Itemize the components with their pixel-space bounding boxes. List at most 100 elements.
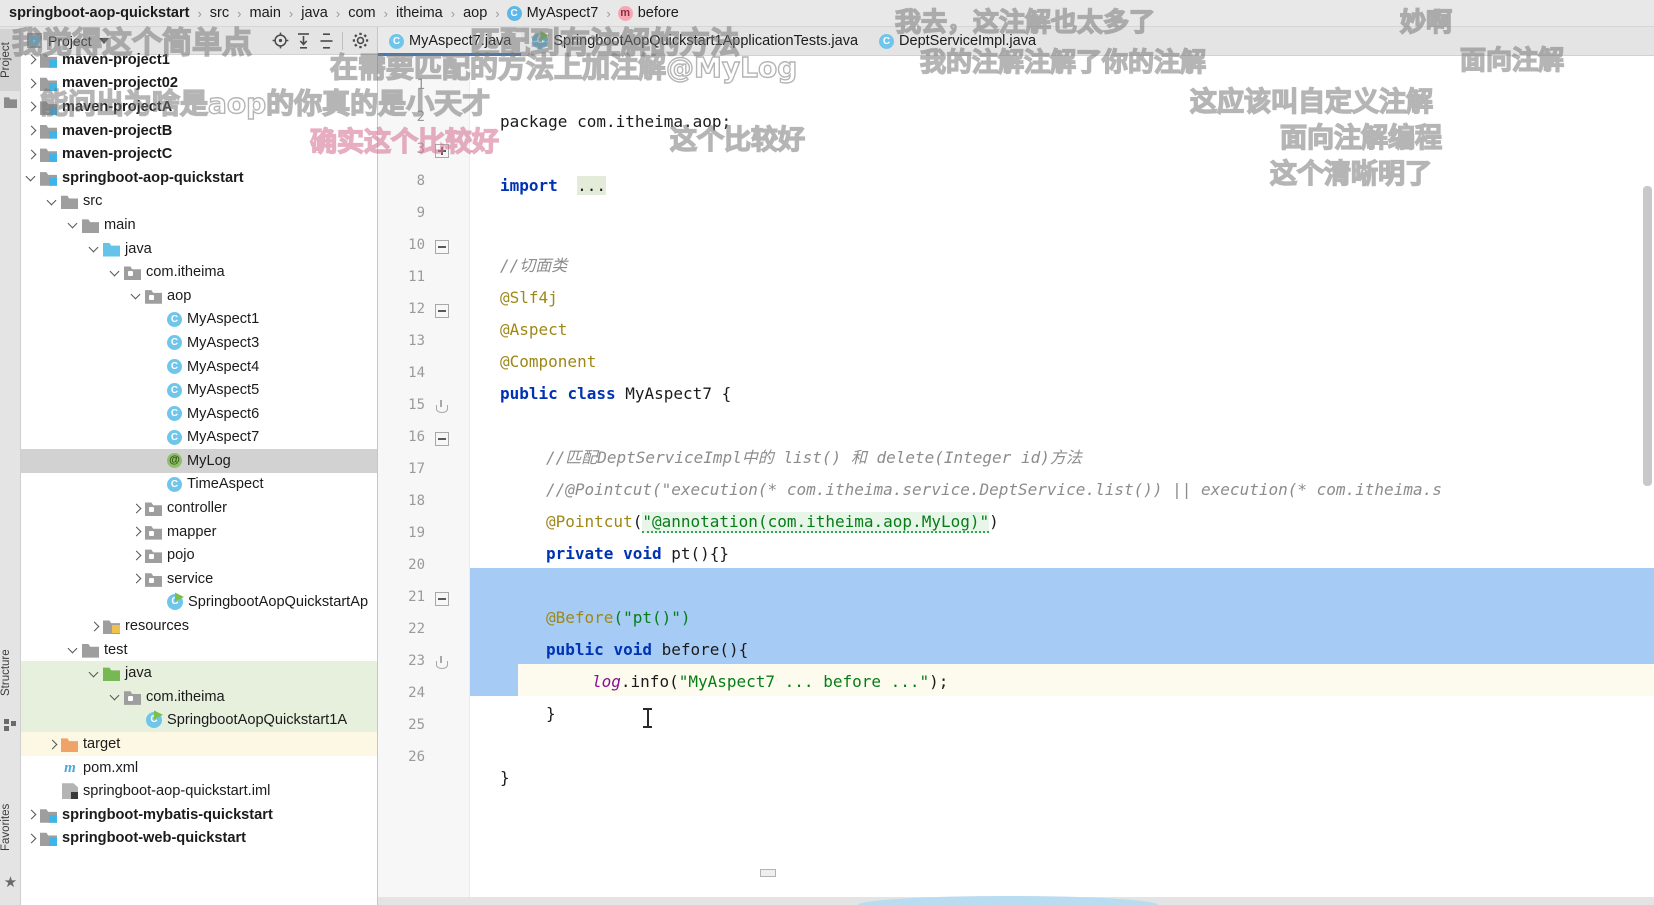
- chevron-down-icon[interactable]: [88, 667, 101, 680]
- chevron-right-icon[interactable]: [130, 502, 143, 515]
- breadcrumb-item[interactable]: itheima: [395, 5, 444, 21]
- chevron-right-icon[interactable]: [25, 148, 38, 161]
- tree-item[interactable]: maven-projectC: [21, 142, 377, 166]
- breadcrumb-item[interactable]: main: [248, 5, 281, 21]
- tree-item[interactable]: MyAspect6: [21, 402, 377, 426]
- chevron-right-icon[interactable]: [25, 77, 38, 90]
- editor-tab[interactable]: DeptServiceImpl.java: [868, 27, 1046, 55]
- chevron-right-icon[interactable]: [25, 808, 38, 821]
- chevron-right-icon[interactable]: [25, 832, 38, 845]
- line-number: 16: [408, 429, 425, 445]
- tree-item[interactable]: springboot-web-quickstart: [21, 827, 377, 851]
- chevron-down-icon[interactable]: [109, 266, 122, 279]
- chevron-right-icon[interactable]: [130, 572, 143, 585]
- chevron-down-icon[interactable]: [88, 242, 101, 255]
- tree-item[interactable]: com.itheima: [21, 685, 377, 709]
- tree-item[interactable]: java: [21, 237, 377, 261]
- code-canvas[interactable]: package com.itheima.aop; import ... //切面…: [470, 56, 1654, 905]
- chevron-down-icon[interactable]: [67, 218, 80, 231]
- editor-tab-bar[interactable]: MyAspect7.java SpringbootAopQuickstart1Ap…: [378, 27, 1654, 56]
- tree-item[interactable]: test: [21, 638, 377, 662]
- tree-item-label: maven-project1: [62, 51, 170, 68]
- chevron-down-icon[interactable]: [98, 37, 109, 44]
- tree-item[interactable]: TimeAspect: [21, 473, 377, 497]
- tree-item[interactable]: springboot-aop-quickstart.iml: [21, 779, 377, 803]
- tree-item[interactable]: target: [21, 732, 377, 756]
- tree-item[interactable]: MyAspect1: [21, 308, 377, 332]
- tree-item-label: MyAspect1: [187, 311, 260, 328]
- breadcrumb-separator: ›: [237, 5, 242, 21]
- breadcrumb-item[interactable]: before: [617, 5, 680, 21]
- code-fold-toggle[interactable]: [435, 304, 449, 318]
- editor-horizontal-scrollbar[interactable]: [760, 869, 776, 877]
- tree-item[interactable]: com.itheima: [21, 260, 377, 284]
- code-fold-toggle[interactable]: [435, 592, 449, 606]
- chevron-down-icon[interactable]: [25, 171, 38, 184]
- breadcrumb-item[interactable]: aop: [462, 5, 488, 21]
- target-folder-icon: [61, 738, 78, 753]
- editor-vertical-scrollbar[interactable]: [1640, 56, 1654, 905]
- tree-item[interactable]: maven-projectB: [21, 119, 377, 143]
- project-tree[interactable]: maven-project1 maven-project02 maven-proje…: [21, 52, 377, 851]
- chevron-right-icon[interactable]: [46, 738, 59, 751]
- tree-item[interactable]: MyLog: [21, 449, 377, 473]
- editor-tab[interactable]: SpringbootAopQuickstart1ApplicationTests…: [521, 27, 868, 55]
- tree-item[interactable]: pojo: [21, 543, 377, 567]
- breadcrumb-item[interactable]: com: [347, 5, 376, 21]
- tree-item[interactable]: MyAspect4: [21, 355, 377, 379]
- tree-item[interactable]: controller: [21, 496, 377, 520]
- chevron-down-icon[interactable]: [130, 289, 143, 302]
- code-line-12: @Component: [500, 352, 597, 371]
- tree-item[interactable]: service: [21, 567, 377, 591]
- tree-item[interactable]: mapper: [21, 520, 377, 544]
- tree-item[interactable]: m pom.xml: [21, 756, 377, 780]
- import-fold-placeholder[interactable]: ...: [577, 176, 606, 195]
- code-fold-toggle[interactable]: [436, 656, 448, 669]
- editor-gutter[interactable]: 1 2 3 8 9 10 11 12 13 14 15 16 17 18 19 20 21 22 23 24 25 26: [328, 56, 470, 905]
- tree-item[interactable]: SpringbootAopQuickstartAp: [21, 591, 377, 615]
- breadcrumb-item[interactable]: java: [300, 5, 329, 21]
- tool-tab-project[interactable]: Project: [0, 29, 21, 91]
- chevron-right-icon[interactable]: [130, 549, 143, 562]
- chevron-down-icon[interactable]: [67, 643, 80, 656]
- tree-item[interactable]: MyAspect3: [21, 331, 377, 355]
- code-fold-toggle[interactable]: [435, 144, 449, 158]
- code-fold-toggle[interactable]: [435, 240, 449, 254]
- chevron-right-icon[interactable]: [130, 525, 143, 538]
- tree-item[interactable]: MyAspect5: [21, 378, 377, 402]
- tree-item[interactable]: main: [21, 213, 377, 237]
- tree-item-label: com.itheima: [146, 688, 225, 705]
- chevron-right-icon[interactable]: [25, 53, 38, 66]
- tree-item[interactable]: MyAspect7: [21, 426, 377, 450]
- breadcrumb-item[interactable]: MyAspect7: [506, 5, 600, 21]
- tree-item[interactable]: aop: [21, 284, 377, 308]
- editor-tab[interactable]: MyAspect7.java: [378, 27, 522, 56]
- chevron-down-icon[interactable]: [46, 195, 59, 208]
- chevron-right-icon[interactable]: [88, 620, 101, 633]
- chevron-right-icon[interactable]: [25, 124, 38, 137]
- tree-item[interactable]: springboot-mybatis-quickstart: [21, 803, 377, 827]
- left-tool-strip: Project Structure Favorites ★: [0, 27, 21, 905]
- chevron-right-icon[interactable]: [25, 100, 38, 113]
- breadcrumb-item[interactable]: src: [209, 5, 230, 21]
- tree-item[interactable]: maven-projectA: [21, 95, 377, 119]
- tree-item[interactable]: springboot-aop-quickstart: [21, 166, 377, 190]
- tree-item[interactable]: resources: [21, 614, 377, 638]
- code-fold-toggle[interactable]: [436, 400, 448, 413]
- tree-item[interactable]: src: [21, 190, 377, 214]
- tree-item[interactable]: SpringbootAopQuickstart1A: [21, 708, 377, 733]
- tree-item[interactable]: maven-project1: [21, 48, 377, 72]
- tool-tab-favorites[interactable]: Favorites: [0, 787, 21, 867]
- code-fold-toggle[interactable]: [435, 432, 449, 446]
- tool-tab-structure[interactable]: Structure: [0, 635, 21, 711]
- tree-item-label: test: [104, 641, 128, 658]
- breadcrumb-item[interactable]: springboot-aop-quickstart: [8, 5, 190, 21]
- editor-tab-label: MyAspect7.java: [409, 33, 512, 49]
- tree-item[interactable]: java: [21, 661, 377, 686]
- tree-item[interactable]: maven-project02: [21, 72, 377, 96]
- chevron-down-icon[interactable]: [109, 690, 122, 703]
